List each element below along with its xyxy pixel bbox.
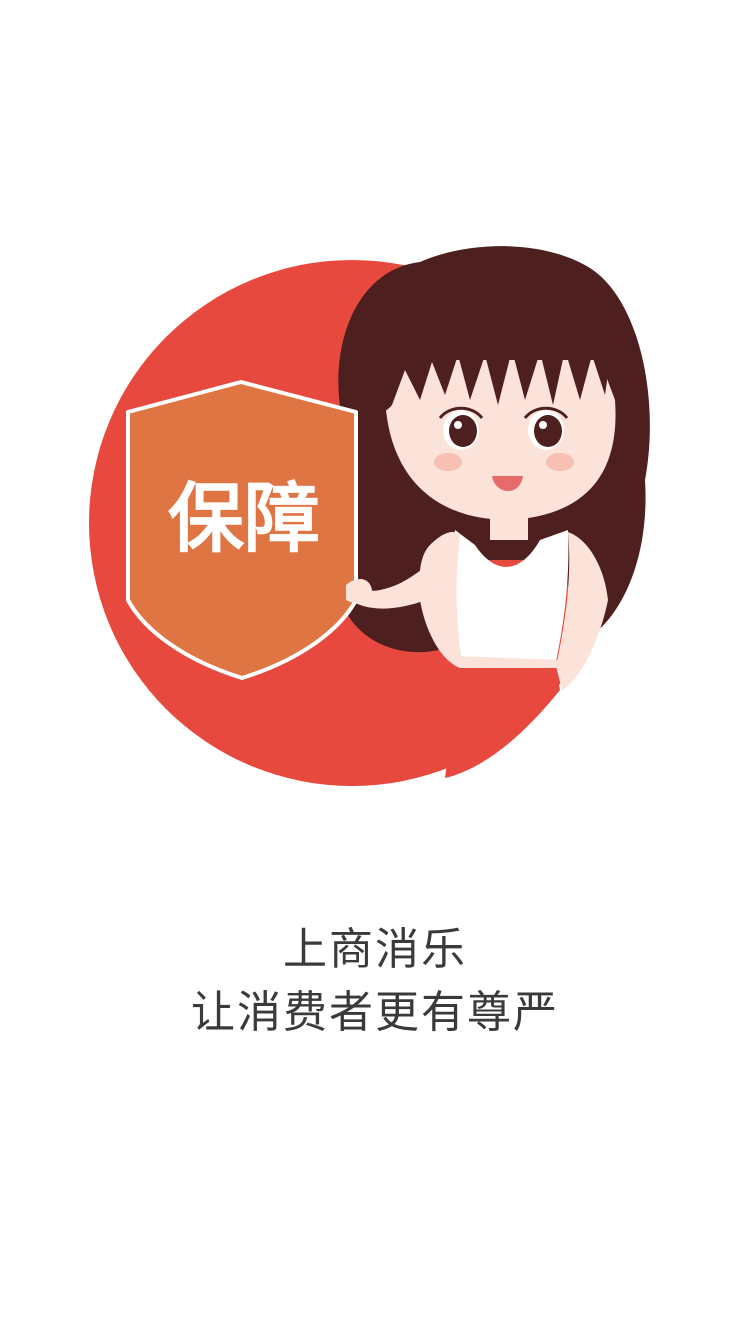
left-cheek: [434, 453, 462, 471]
tagline-line-1: 上商消乐: [283, 924, 467, 975]
tagline-line-2: 让消费者更有尊严: [191, 987, 559, 1038]
shield-badge-text: 保障: [168, 474, 320, 563]
shield-icon: 保障: [126, 380, 358, 680]
skirt: [445, 668, 560, 778]
splash-screen: 保障 上商消乐 让消费者更有尊严: [0, 0, 750, 1334]
girl-holding-shield-illustration: 保障: [89, 246, 650, 786]
right-cheek: [546, 453, 574, 471]
